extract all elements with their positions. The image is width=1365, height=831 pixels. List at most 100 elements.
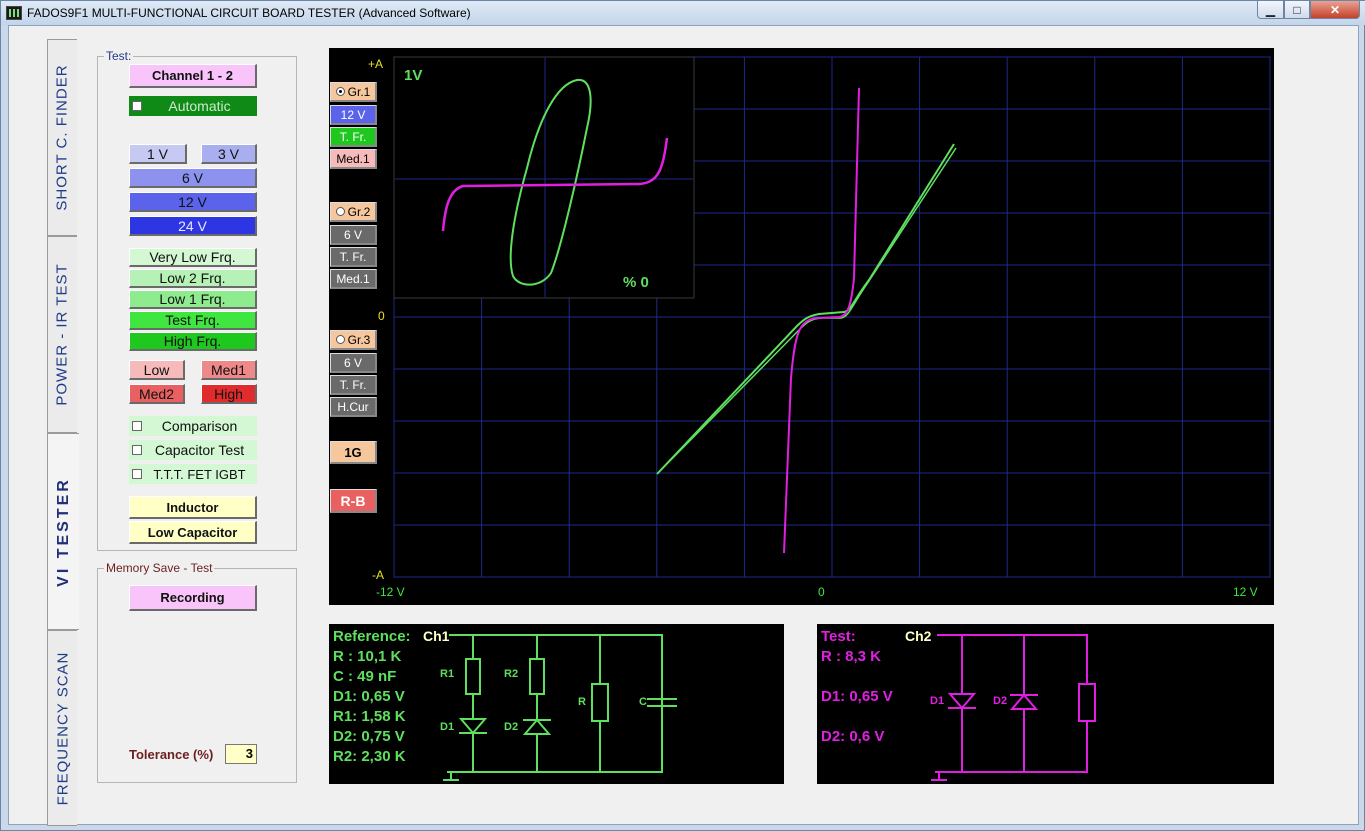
ref-label-d1: D1 xyxy=(440,721,455,733)
freq-low1-button[interactable]: Low 1 Frq. xyxy=(129,290,257,309)
fet-igbt-label: T.T.T. FET IGBT xyxy=(153,466,246,482)
current-high-button[interactable]: High xyxy=(201,384,257,404)
comparison-label: Comparison xyxy=(161,418,238,434)
voltage-6v-button[interactable]: 6 V xyxy=(129,168,257,188)
main-curves xyxy=(656,87,957,554)
low-capacitor-button[interactable]: Low Capacitor xyxy=(129,521,257,544)
capacitor-check-box[interactable] xyxy=(132,445,142,455)
freq-test-button[interactable]: Test Frq. xyxy=(129,311,257,330)
tolerance-input[interactable]: 3 xyxy=(225,744,257,764)
group2-voltage[interactable]: 6 V xyxy=(330,225,377,245)
group2-current[interactable]: Med.1 xyxy=(330,269,377,289)
vi-curve-plot xyxy=(393,56,1271,578)
x-axis-zero-label: 0 xyxy=(818,585,825,599)
ref-label-r2: R2 xyxy=(504,668,519,680)
x-axis-right-label: 12 V xyxy=(1233,585,1258,599)
reference-d1-value: D1: 0,65 V xyxy=(333,688,405,705)
capacitor-test-label: Capacitor Test xyxy=(154,442,245,458)
ref-label-r: R xyxy=(578,696,586,708)
client-area: SHORT C. FINDER POWER - IR TEST VI TESTE… xyxy=(8,25,1359,826)
group3-name: Gr.3 xyxy=(347,332,371,347)
test-d1-value: D1: 0,65 V xyxy=(821,688,893,705)
test-label-d2: D2 xyxy=(993,695,1008,707)
channel-button[interactable]: Channel 1 - 2 xyxy=(129,64,257,88)
group2-name: Gr.2 xyxy=(347,204,371,219)
test-channel: Ch2 xyxy=(905,628,932,644)
group3-radio[interactable] xyxy=(335,335,345,344)
test-d2-value: D2: 0,6 V xyxy=(821,728,885,745)
tab-power-ir-test[interactable]: POWER - IR TEST xyxy=(47,236,77,433)
freq-high-button[interactable]: High Frq. xyxy=(129,332,257,351)
y-axis-zero-label: 0 xyxy=(378,309,385,323)
oscilloscope-display: +A 0 -A -12 V 0 12 V 1V % 0 Gr.1 12 V T.… xyxy=(329,48,1274,605)
inset-percent-label: % 0 xyxy=(623,274,649,291)
voltage-24v-button[interactable]: 24 V xyxy=(129,216,257,236)
tolerance-label: Tolerance (%) xyxy=(129,747,214,762)
y-axis-bottom-label: -A xyxy=(372,568,384,582)
fet-igbt-check-box[interactable] xyxy=(132,469,142,479)
inset-voltage-label: 1V xyxy=(404,67,423,84)
capacitor-test-checkbox[interactable]: Capacitor Test xyxy=(129,440,257,460)
tab-label: VI TESTER xyxy=(54,476,72,587)
r-b-button[interactable]: R-B xyxy=(330,489,377,513)
group3-select[interactable]: Gr.3 xyxy=(330,330,377,350)
current-med1-button[interactable]: Med1 xyxy=(201,360,257,380)
automatic-check-box[interactable] xyxy=(132,101,142,111)
reference-d2-value: D2: 0,75 V xyxy=(333,728,405,745)
memory-group-title: Memory Save - Test xyxy=(104,561,215,575)
group2-frequency[interactable]: T. Fr. xyxy=(330,247,377,267)
group3-frequency[interactable]: T. Fr. xyxy=(330,375,377,395)
test-label-d1: D1 xyxy=(930,695,945,707)
group1-select[interactable]: Gr.1 xyxy=(330,82,377,102)
voltage-12v-button[interactable]: 12 V xyxy=(129,192,257,212)
x-axis-left-label: -12 V xyxy=(376,585,405,599)
reference-r2-value: R2: 2,30 K xyxy=(333,748,406,765)
group2-select[interactable]: Gr.2 xyxy=(330,202,377,222)
app-icon xyxy=(6,6,22,20)
recording-button[interactable]: Recording xyxy=(129,585,257,611)
test-title: Test: xyxy=(821,628,856,645)
reference-r-value: R : 10,1 K xyxy=(333,648,402,665)
current-low-button[interactable]: Low xyxy=(129,360,185,380)
automatic-label: Automatic xyxy=(168,98,231,114)
automatic-checkbox[interactable]: Automatic xyxy=(129,96,257,116)
reference-title: Reference: xyxy=(333,628,411,645)
group1-radio[interactable] xyxy=(335,87,345,96)
app-window: FADOS9F1 MULTI-FUNCTIONAL CIRCUIT BOARD … xyxy=(0,0,1365,831)
freq-low2-button[interactable]: Low 2 Frq. xyxy=(129,269,257,288)
close-button[interactable]: ✕ xyxy=(1310,1,1360,19)
tab-label: FREQUENCY SCAN xyxy=(54,651,71,805)
freq-very-low-button[interactable]: Very Low Frq. xyxy=(129,248,257,267)
group1-voltage[interactable]: 12 V xyxy=(330,105,377,125)
tab-vi-tester[interactable]: VI TESTER xyxy=(47,433,79,630)
group1-current[interactable]: Med.1 xyxy=(330,149,377,169)
reference-panel: Reference: Ch1 R : 10,1 K C : 49 nF D1: … xyxy=(329,624,784,784)
tab-short-finder[interactable]: SHORT C. FINDER xyxy=(47,39,77,236)
test-panel: Test: Ch2 R : 8,3 K D1: 0,65 V D2: 0,6 V… xyxy=(817,624,1274,784)
reference-channel: Ch1 xyxy=(423,628,450,644)
tab-frequency-scan[interactable]: FREQUENCY SCAN xyxy=(47,630,77,826)
reference-main-curve xyxy=(656,143,955,475)
group3-current[interactable]: H.Cur xyxy=(330,397,377,417)
maximize-button[interactable]: □ xyxy=(1284,1,1310,19)
voltage-3v-button[interactable]: 3 V xyxy=(201,144,257,164)
comparison-check-box[interactable] xyxy=(132,421,142,431)
comparison-checkbox[interactable]: Comparison xyxy=(129,416,257,436)
one-group-button[interactable]: 1G xyxy=(330,441,377,464)
tab-label: POWER - IR TEST xyxy=(54,263,72,406)
current-med2-button[interactable]: Med2 xyxy=(129,384,185,404)
y-axis-top-label: +A xyxy=(368,57,384,71)
group2-radio[interactable] xyxy=(335,207,345,216)
minimize-button[interactable]: ▁ xyxy=(1257,1,1284,19)
voltage-1v-button[interactable]: 1 V xyxy=(129,144,187,164)
group1-frequency[interactable]: T. Fr. xyxy=(330,127,377,147)
inductor-button[interactable]: Inductor xyxy=(129,496,257,519)
ref-label-c: C xyxy=(639,696,647,708)
ref-label-r1: R1 xyxy=(440,668,455,680)
ref-label-d2: D2 xyxy=(504,721,519,733)
test-r-value: R : 8,3 K xyxy=(821,648,882,665)
group3-voltage[interactable]: 6 V xyxy=(330,353,377,373)
title-bar[interactable]: FADOS9F1 MULTI-FUNCTIONAL CIRCUIT BOARD … xyxy=(1,1,1365,25)
reference-r1-value: R1: 1,58 K xyxy=(333,708,406,725)
fet-igbt-checkbox[interactable]: T.T.T. FET IGBT xyxy=(129,464,257,484)
